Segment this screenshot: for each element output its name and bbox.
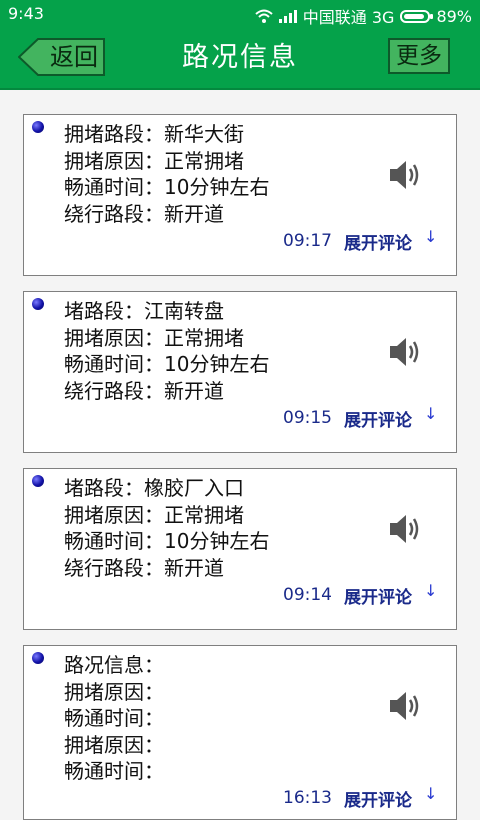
- arrow-down-icon[interactable]: ↓: [424, 227, 437, 246]
- card-lines: 拥堵路段：新华大街 拥堵原因：正常拥堵 畅通时间：10分钟左右 绕行路段：新开道: [64, 121, 269, 227]
- card-line: 畅通时间：: [64, 706, 164, 730]
- speaker-icon[interactable]: [388, 511, 422, 547]
- traffic-card: 堵路段：橡胶厂入口 拥堵原因：正常拥堵 畅通时间：10分钟左右 绕行路段：新开道…: [23, 468, 457, 630]
- bullet-icon: [32, 475, 44, 487]
- card-line: 畅通时间：10分钟左右: [64, 529, 270, 553]
- card-line: 拥堵原因：: [64, 679, 164, 704]
- card-time: 09:17: [283, 231, 332, 251]
- battery-percent: 89%: [436, 6, 472, 26]
- arrow-down-icon[interactable]: ↓: [424, 581, 437, 600]
- card-line: 绕行路段：新开道: [64, 555, 224, 580]
- card-line: 拥堵路段：新华大街: [64, 122, 244, 146]
- card-time: 09:14: [283, 585, 332, 605]
- signal-icon: [278, 9, 297, 23]
- traffic-card: 路况信息： 拥堵原因： 畅通时间： 拥堵原因： 畅通时间： 16:13 展开评论…: [23, 645, 457, 820]
- card-line: 拥堵原因：正常拥堵: [64, 325, 244, 350]
- status-bar: 9:43 中国联通 3G 89%: [0, 0, 480, 28]
- card-lines: 堵路段：橡胶厂入口 拥堵原因：正常拥堵 畅通时间：10分钟左右 绕行路段：新开道: [64, 475, 269, 581]
- expand-comments-button[interactable]: 展开评论: [344, 583, 412, 608]
- card-line: 绕行路段：新开道: [64, 378, 224, 403]
- card-line: 畅通时间：: [64, 759, 164, 783]
- arrow-down-icon[interactable]: ↓: [424, 404, 437, 423]
- card-line: 拥堵原因：正常拥堵: [64, 502, 244, 527]
- more-button[interactable]: 更多: [388, 38, 450, 74]
- card-lines: 堵路段：江南转盘 拥堵原因：正常拥堵 畅通时间：10分钟左右 绕行路段：新开道: [64, 298, 269, 404]
- card-line: 拥堵原因：: [64, 732, 164, 757]
- status-right: 中国联通 3G 89%: [255, 4, 472, 28]
- expand-comments-button[interactable]: 展开评论: [344, 786, 412, 811]
- card-line: 畅通时间：10分钟左右: [64, 175, 270, 199]
- card-line: 堵路段：江南转盘: [64, 299, 224, 323]
- speaker-icon[interactable]: [388, 157, 422, 193]
- speaker-icon[interactable]: [388, 688, 422, 724]
- battery-icon: [400, 9, 434, 23]
- wifi-icon: [255, 9, 273, 23]
- expand-comments-button[interactable]: 展开评论: [344, 406, 412, 431]
- card-line: 畅通时间：10分钟左右: [64, 352, 270, 376]
- card-time: 09:15: [283, 408, 332, 428]
- expand-comments-button[interactable]: 展开评论: [344, 229, 412, 254]
- card-line: 绕行路段：新开道: [64, 201, 224, 226]
- card-line: 堵路段：橡胶厂入口: [64, 476, 244, 500]
- battery-fill: [404, 13, 425, 19]
- card-time: 16:13: [283, 788, 332, 808]
- bullet-icon: [32, 652, 44, 664]
- title-bar: 返回 路况信息 更多: [0, 28, 480, 90]
- traffic-card: 拥堵路段：新华大街 拥堵原因：正常拥堵 畅通时间：10分钟左右 绕行路段：新开道…: [23, 114, 457, 276]
- speaker-icon[interactable]: [388, 334, 422, 370]
- card-line: 路况信息：: [64, 653, 164, 677]
- card-lines: 路况信息： 拥堵原因： 畅通时间： 拥堵原因： 畅通时间：: [64, 652, 164, 785]
- arrow-down-icon[interactable]: ↓: [424, 784, 437, 803]
- carrier-label: 中国联通 3G: [302, 8, 395, 27]
- bullet-icon: [32, 298, 44, 310]
- status-time: 9:43: [8, 4, 44, 23]
- card-line: 拥堵原因：正常拥堵: [64, 148, 244, 173]
- bullet-icon: [32, 121, 44, 133]
- traffic-card: 堵路段：江南转盘 拥堵原因：正常拥堵 畅通时间：10分钟左右 绕行路段：新开道 …: [23, 291, 457, 453]
